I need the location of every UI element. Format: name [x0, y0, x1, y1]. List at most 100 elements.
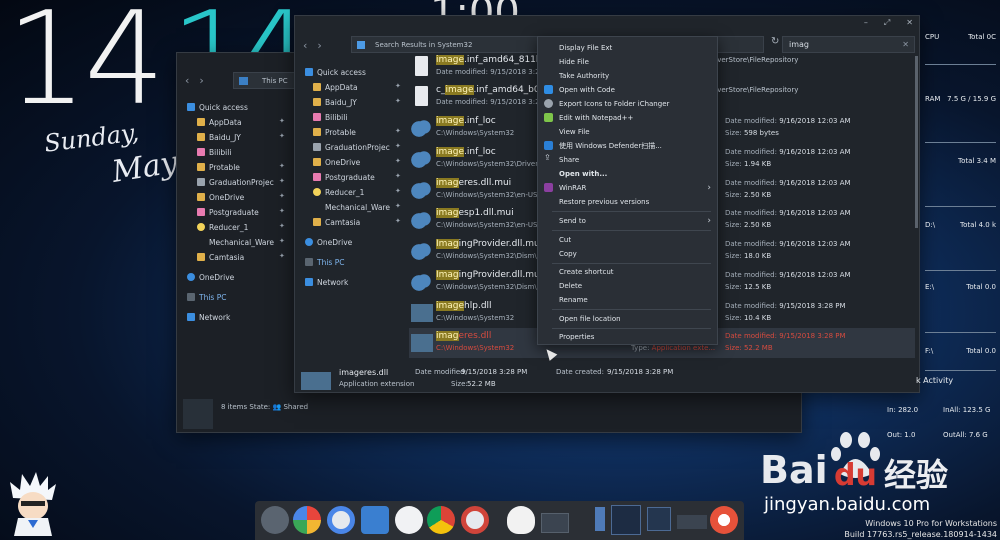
menu-open-with[interactable]: Open with... — [538, 167, 717, 180]
context-menu: Display File Ext Hide File Take Authorit… — [537, 36, 718, 345]
menu-view-file[interactable]: View File — [538, 125, 717, 138]
front-tree-item[interactable]: Baidu_JY — [313, 95, 357, 109]
back-tree-item[interactable]: Postgraduate — [197, 205, 259, 219]
net-in: In: 282.0 — [887, 406, 919, 414]
circle-app-icon[interactable] — [710, 506, 738, 534]
window-preview-2[interactable] — [611, 505, 641, 535]
record-app-icon[interactable] — [461, 506, 489, 534]
menu-export-icons[interactable]: Export Icons to Folder iChanger — [538, 97, 717, 110]
front-tree-item[interactable]: Camtasia — [313, 215, 360, 229]
back-tree-item[interactable]: OneDrive — [197, 190, 244, 204]
front-tree-item[interactable]: Postgraduate — [313, 170, 375, 184]
front-tree-quick-access[interactable]: Quick access — [305, 65, 366, 79]
front-tree-this-pc[interactable]: This PC — [305, 255, 344, 269]
close-button[interactable]: ✕ — [906, 18, 913, 28]
menu-share[interactable]: ⇪ Share — [538, 153, 717, 166]
c-drive-graph — [925, 167, 996, 207]
back-tree-item[interactable]: GraduationProjec — [197, 175, 274, 189]
file-path: C:\Windows\System32\Dism\en — [436, 283, 546, 291]
back-arrow-icon[interactable]: ‹ — [185, 74, 189, 87]
back-tree-item[interactable]: Protable — [197, 160, 240, 174]
front-tree-item[interactable]: Reducer_1 — [313, 185, 364, 199]
window-preview-1[interactable] — [541, 513, 569, 533]
front-tree-network[interactable]: Network — [305, 275, 348, 289]
file-icon — [415, 86, 428, 106]
menu-delete[interactable]: Delete — [538, 279, 717, 292]
media-player-icon[interactable] — [395, 506, 423, 534]
back-tree-item[interactable]: Reducer_1 — [197, 220, 248, 234]
back-tree-item[interactable]: Bilibili — [197, 145, 231, 159]
back-tree-label: Postgraduate — [209, 207, 259, 217]
menu-edit-notepad[interactable]: Edit with Notepad++ — [538, 111, 717, 124]
file-store-path: DriverStore\FileRepository — [707, 56, 799, 64]
back-arrow-icon[interactable]: ‹ — [303, 39, 307, 52]
net-out: Out: 1.0 — [887, 431, 916, 439]
front-tree-item[interactable]: GraduationProjec — [313, 140, 390, 154]
back-tree-quick-access[interactable]: Quick access — [187, 100, 248, 114]
menu-create-shortcut[interactable]: Create shortcut — [538, 265, 717, 278]
maximize-button[interactable]: ⤢ — [884, 18, 890, 28]
window-preview-3[interactable] — [647, 507, 671, 531]
minimize-button[interactable]: – — [864, 18, 868, 28]
browser-app-icon[interactable] — [327, 506, 355, 534]
back-tree-item[interactable]: Baidu_JY — [197, 130, 241, 144]
menu-copy[interactable]: Copy — [538, 247, 717, 260]
chrome-icon[interactable] — [427, 506, 455, 534]
pc-icon — [239, 76, 248, 85]
dll-file-icon — [301, 372, 331, 390]
front-tree-item[interactable]: Protable — [313, 125, 356, 139]
search-input[interactable]: imag ✕ — [782, 36, 915, 53]
back-tree-this-pc[interactable]: This PC — [187, 290, 226, 304]
results-scrollbar[interactable] — [915, 56, 918, 228]
file-size: Size: 10.4 KB — [725, 314, 772, 322]
document-app-icon[interactable] — [595, 507, 605, 531]
cloud-file-icon — [411, 209, 431, 229]
bulb-icon — [197, 223, 205, 231]
file-modified: Date modified: 9/16/2018 12:03 AM — [725, 179, 851, 187]
submenu-arrow-icon: › — [707, 215, 711, 226]
file-name: imagesp1.dll.mui — [436, 208, 514, 218]
folder-icon — [197, 163, 205, 171]
menu-restore-versions[interactable]: Restore previous versions — [538, 195, 717, 208]
front-tree-item[interactable]: AppData — [313, 80, 358, 94]
back-status-bar: 8 items State: 👥 Shared — [221, 403, 308, 411]
back-tree-item[interactable]: AppData — [197, 115, 242, 129]
menu-open-file-location[interactable]: Open file location — [538, 312, 717, 325]
menu-defender-scan[interactable]: 使用 Windows Defender扫描... — [538, 139, 717, 152]
dll-file-icon — [411, 334, 433, 352]
pin-icon: ✦ — [395, 127, 401, 135]
back-tree-network[interactable]: Network — [187, 310, 230, 324]
forward-arrow-icon[interactable]: › — [199, 74, 203, 87]
front-tree-onedrive[interactable]: OneDrive — [305, 235, 352, 249]
pin-icon: ✦ — [279, 192, 285, 200]
menu-take-authority[interactable]: Take Authority — [538, 69, 717, 82]
file-path: C:\Windows\System32\Drivers — [436, 160, 542, 168]
menu-rename[interactable]: Rename — [538, 293, 717, 306]
front-tree-item[interactable]: OneDrive — [313, 155, 360, 169]
back-tree-onedrive[interactable]: OneDrive — [187, 270, 234, 284]
avatar-desktop-icon[interactable] — [8, 470, 58, 536]
front-tree-item[interactable]: Mechanical_Ware — [325, 200, 390, 214]
remote-desktop-icon[interactable] — [361, 506, 389, 534]
menu-open-with-code[interactable]: Open with Code — [538, 83, 717, 96]
refresh-icon[interactable]: ↻ — [771, 36, 779, 47]
back-tree-item[interactable]: Mechanical_Ware — [209, 235, 274, 249]
folder-icon — [197, 178, 205, 186]
menu-cut[interactable]: Cut — [538, 233, 717, 246]
menu-display-file-ext[interactable]: Display File Ext — [538, 41, 717, 54]
forward-arrow-icon[interactable]: › — [317, 39, 321, 52]
menu-send-to[interactable]: Send to › — [538, 214, 717, 227]
blank-app-icon[interactable] — [507, 506, 535, 534]
share-icon: ⇪ — [544, 153, 551, 162]
menu-hide-file[interactable]: Hide File — [538, 55, 717, 68]
menu-properties[interactable]: Properties — [538, 330, 717, 343]
clear-search-icon[interactable]: ✕ — [902, 40, 909, 49]
color-app-icon[interactable] — [293, 506, 321, 534]
front-tree-item[interactable]: Bilibili — [313, 110, 347, 124]
window-preview-4[interactable] — [677, 515, 707, 529]
f-drive-label: F:\ — [925, 347, 934, 355]
menu-winrar[interactable]: WinRAR › — [538, 181, 717, 194]
back-tree-label: Reducer_1 — [209, 222, 249, 232]
computer-app-icon[interactable] — [261, 506, 289, 534]
back-tree-item[interactable]: Camtasia — [197, 250, 244, 264]
